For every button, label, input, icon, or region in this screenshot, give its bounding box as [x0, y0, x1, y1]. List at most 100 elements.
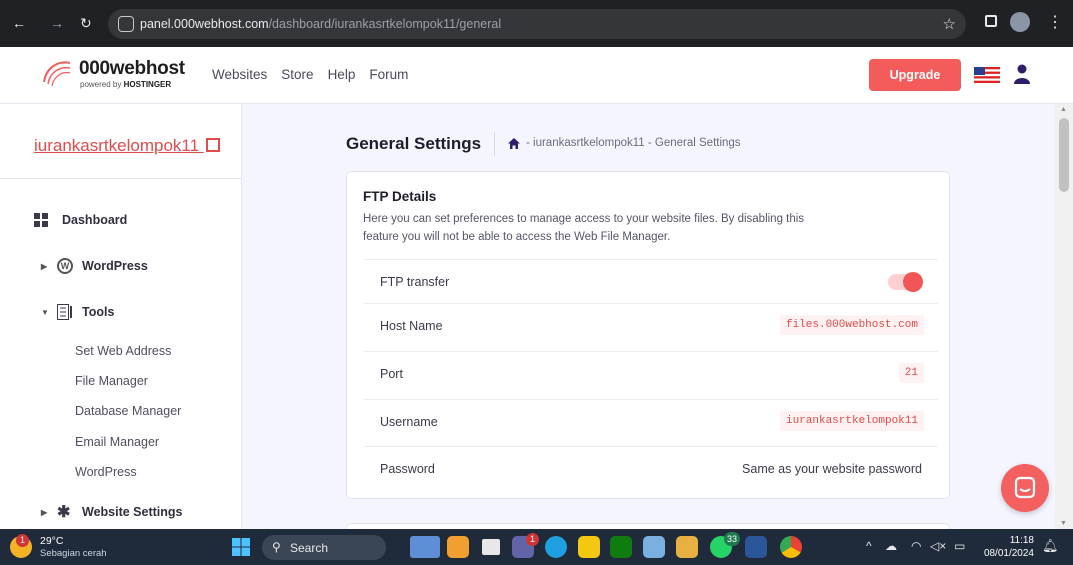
whatsapp-badge: 33	[724, 532, 740, 546]
page-title: General Settings	[346, 134, 482, 153]
port-row: Port 21	[364, 351, 938, 399]
tools-icon	[57, 304, 72, 320]
site-settings-icon[interactable]	[118, 16, 134, 32]
sidebar-item-label: Tools	[82, 305, 115, 319]
browser-toolbar: ← → ↻ panel.000webhost.com/dashboard/iur…	[0, 0, 1073, 47]
breadcrumb: - iurankasrtkelompok11 - General Setting…	[508, 137, 741, 149]
upgrade-button[interactable]: Upgrade	[869, 59, 961, 91]
row-label: Host Name	[380, 319, 443, 333]
weather-badge: 1	[16, 534, 29, 547]
taskbar-search[interactable]: ⚲ Search	[262, 535, 386, 560]
home-icon[interactable]	[508, 137, 520, 149]
ftp-transfer-row: FTP transfer	[364, 259, 938, 307]
port-value[interactable]: 21	[898, 363, 924, 383]
sidebar-item-wordpress[interactable]: ▶ W WordPress	[0, 254, 242, 278]
toggle-knob	[903, 272, 923, 292]
top-nav: Websites Store Help Forum	[212, 67, 408, 82]
password-row: Password Same as your website password	[364, 446, 938, 494]
tools-set-web-address[interactable]: Set Web Address	[75, 344, 171, 358]
brand-subtitle: powered by HOSTINGER	[80, 80, 172, 89]
card-title: FTP Details	[363, 189, 437, 204]
row-label: FTP transfer	[380, 275, 450, 289]
chat-launcher-button[interactable]	[1001, 464, 1049, 512]
username-value[interactable]: iurankasrtkelompok11	[779, 411, 924, 431]
photos-icon[interactable]	[643, 536, 665, 558]
nav-websites[interactable]: Websites	[212, 67, 267, 82]
store-icon[interactable]	[578, 536, 600, 558]
gear-icon: ✱	[57, 504, 71, 521]
user-icon[interactable]	[1013, 64, 1031, 84]
profile-avatar[interactable]	[1010, 12, 1030, 32]
ftp-transfer-toggle[interactable]	[888, 272, 923, 292]
file-explorer-icon[interactable]	[676, 536, 698, 558]
host-name-row: Host Name files.000webhost.com	[364, 303, 938, 351]
search-icon: ⚲	[272, 540, 281, 554]
sidebar-item-label: WordPress	[82, 259, 148, 273]
nav-help[interactable]: Help	[328, 67, 356, 82]
taskbar-clock[interactable]: 11:18 08/01/2024	[978, 534, 1034, 560]
caret-right-icon: ▶	[41, 261, 48, 271]
back-icon[interactable]: ←	[12, 15, 26, 31]
dashboard-icon	[34, 213, 48, 227]
forward-icon[interactable]: →	[50, 15, 64, 31]
address-bar[interactable]: panel.000webhost.com/dashboard/iurankasr…	[108, 9, 966, 39]
row-label: Port	[380, 367, 403, 381]
password-value: Same as your website password	[742, 462, 922, 476]
wordpress-icon: W	[57, 258, 73, 274]
edge-icon[interactable]	[545, 536, 567, 558]
reload-icon[interactable]: ↻	[80, 15, 92, 32]
battery-icon[interactable]: ▭	[954, 539, 965, 553]
clock-date: 08/01/2024	[983, 548, 1034, 559]
host-name-value[interactable]: files.000webhost.com	[779, 315, 924, 335]
menu-kebab-icon[interactable]: ⋮	[1047, 12, 1063, 32]
weather-desc: Sebagian cerah	[40, 548, 107, 559]
tools-file-manager[interactable]: File Manager	[75, 374, 148, 388]
scroll-up-icon[interactable]: ▲	[1060, 106, 1067, 113]
sidebar-item-dashboard[interactable]: Dashboard	[0, 208, 242, 232]
volume-muted-icon[interactable]: ◁×	[930, 539, 946, 553]
url-text[interactable]: panel.000webhost.com/dashboard/iurankasr…	[140, 17, 501, 31]
tools-wordpress[interactable]: WordPress	[75, 465, 137, 479]
sidebar-item-tools[interactable]: ▼ Tools	[0, 300, 242, 324]
tools-email-manager[interactable]: Email Manager	[75, 435, 159, 449]
taskbar-widgets-icon[interactable]	[410, 536, 440, 558]
tray-cloud-icon[interactable]: ☁	[885, 539, 897, 553]
card-description: Here you can set preferences to manage a…	[363, 213, 805, 243]
xbox-icon[interactable]	[610, 536, 632, 558]
clock-time: 11:18	[1009, 535, 1034, 546]
sidepanel-icon[interactable]	[985, 15, 997, 27]
word-icon[interactable]	[745, 536, 767, 558]
webhost-logo-icon	[43, 61, 71, 87]
breadcrumb-divider	[494, 132, 495, 156]
chrome-icon[interactable]	[780, 536, 802, 558]
scrollbar-thumb[interactable]	[1059, 118, 1069, 192]
chat-icon	[1014, 476, 1036, 499]
notification-bell-icon[interactable]: 🔔︎	[1042, 538, 1059, 554]
sidebar: iurankasrtkelompok11 Dashboard ▶ W WordP…	[0, 104, 242, 529]
teams-badge: 1	[526, 533, 539, 546]
caret-down-icon: ▼	[41, 307, 49, 317]
sidebar-item-label: Dashboard	[62, 213, 128, 227]
taskbar-taskview-icon[interactable]	[482, 539, 500, 555]
brand-name: 000webhost	[79, 58, 185, 79]
row-label: Username	[380, 415, 438, 429]
nav-store[interactable]: Store	[281, 67, 313, 82]
bookmark-star-icon[interactable]: ☆	[943, 15, 956, 33]
sidebar-item-website-settings[interactable]: ▶ ✱ Website Settings	[0, 500, 242, 524]
taskbar-app-icon[interactable]	[447, 536, 469, 558]
tools-database-manager[interactable]: Database Manager	[75, 404, 181, 418]
nav-forum[interactable]: Forum	[369, 67, 408, 82]
us-flag-icon[interactable]	[974, 67, 1000, 83]
wifi-icon[interactable]: ◠	[911, 539, 921, 553]
tray-chevron-up-icon[interactable]: ^	[866, 539, 872, 553]
ftp-details-card: FTP Details Here you can set preferences…	[346, 171, 950, 499]
sidebar-divider	[0, 178, 242, 179]
app-header: 000webhost powered by HOSTINGER Websites…	[0, 47, 1073, 104]
windows-start-icon[interactable]	[232, 538, 250, 556]
search-label: Search	[290, 541, 329, 555]
windows-taskbar: 1 29°C Sebagian cerah ⚲ Search 1 33 ^ ☁ …	[0, 529, 1073, 565]
sidebar-item-label: Website Settings	[82, 505, 183, 519]
site-name-link[interactable]: iurankasrtkelompok11	[34, 136, 220, 156]
scroll-down-icon[interactable]: ▼	[1060, 520, 1067, 527]
page-scrollbar[interactable]: ▲ ▼	[1055, 104, 1073, 529]
